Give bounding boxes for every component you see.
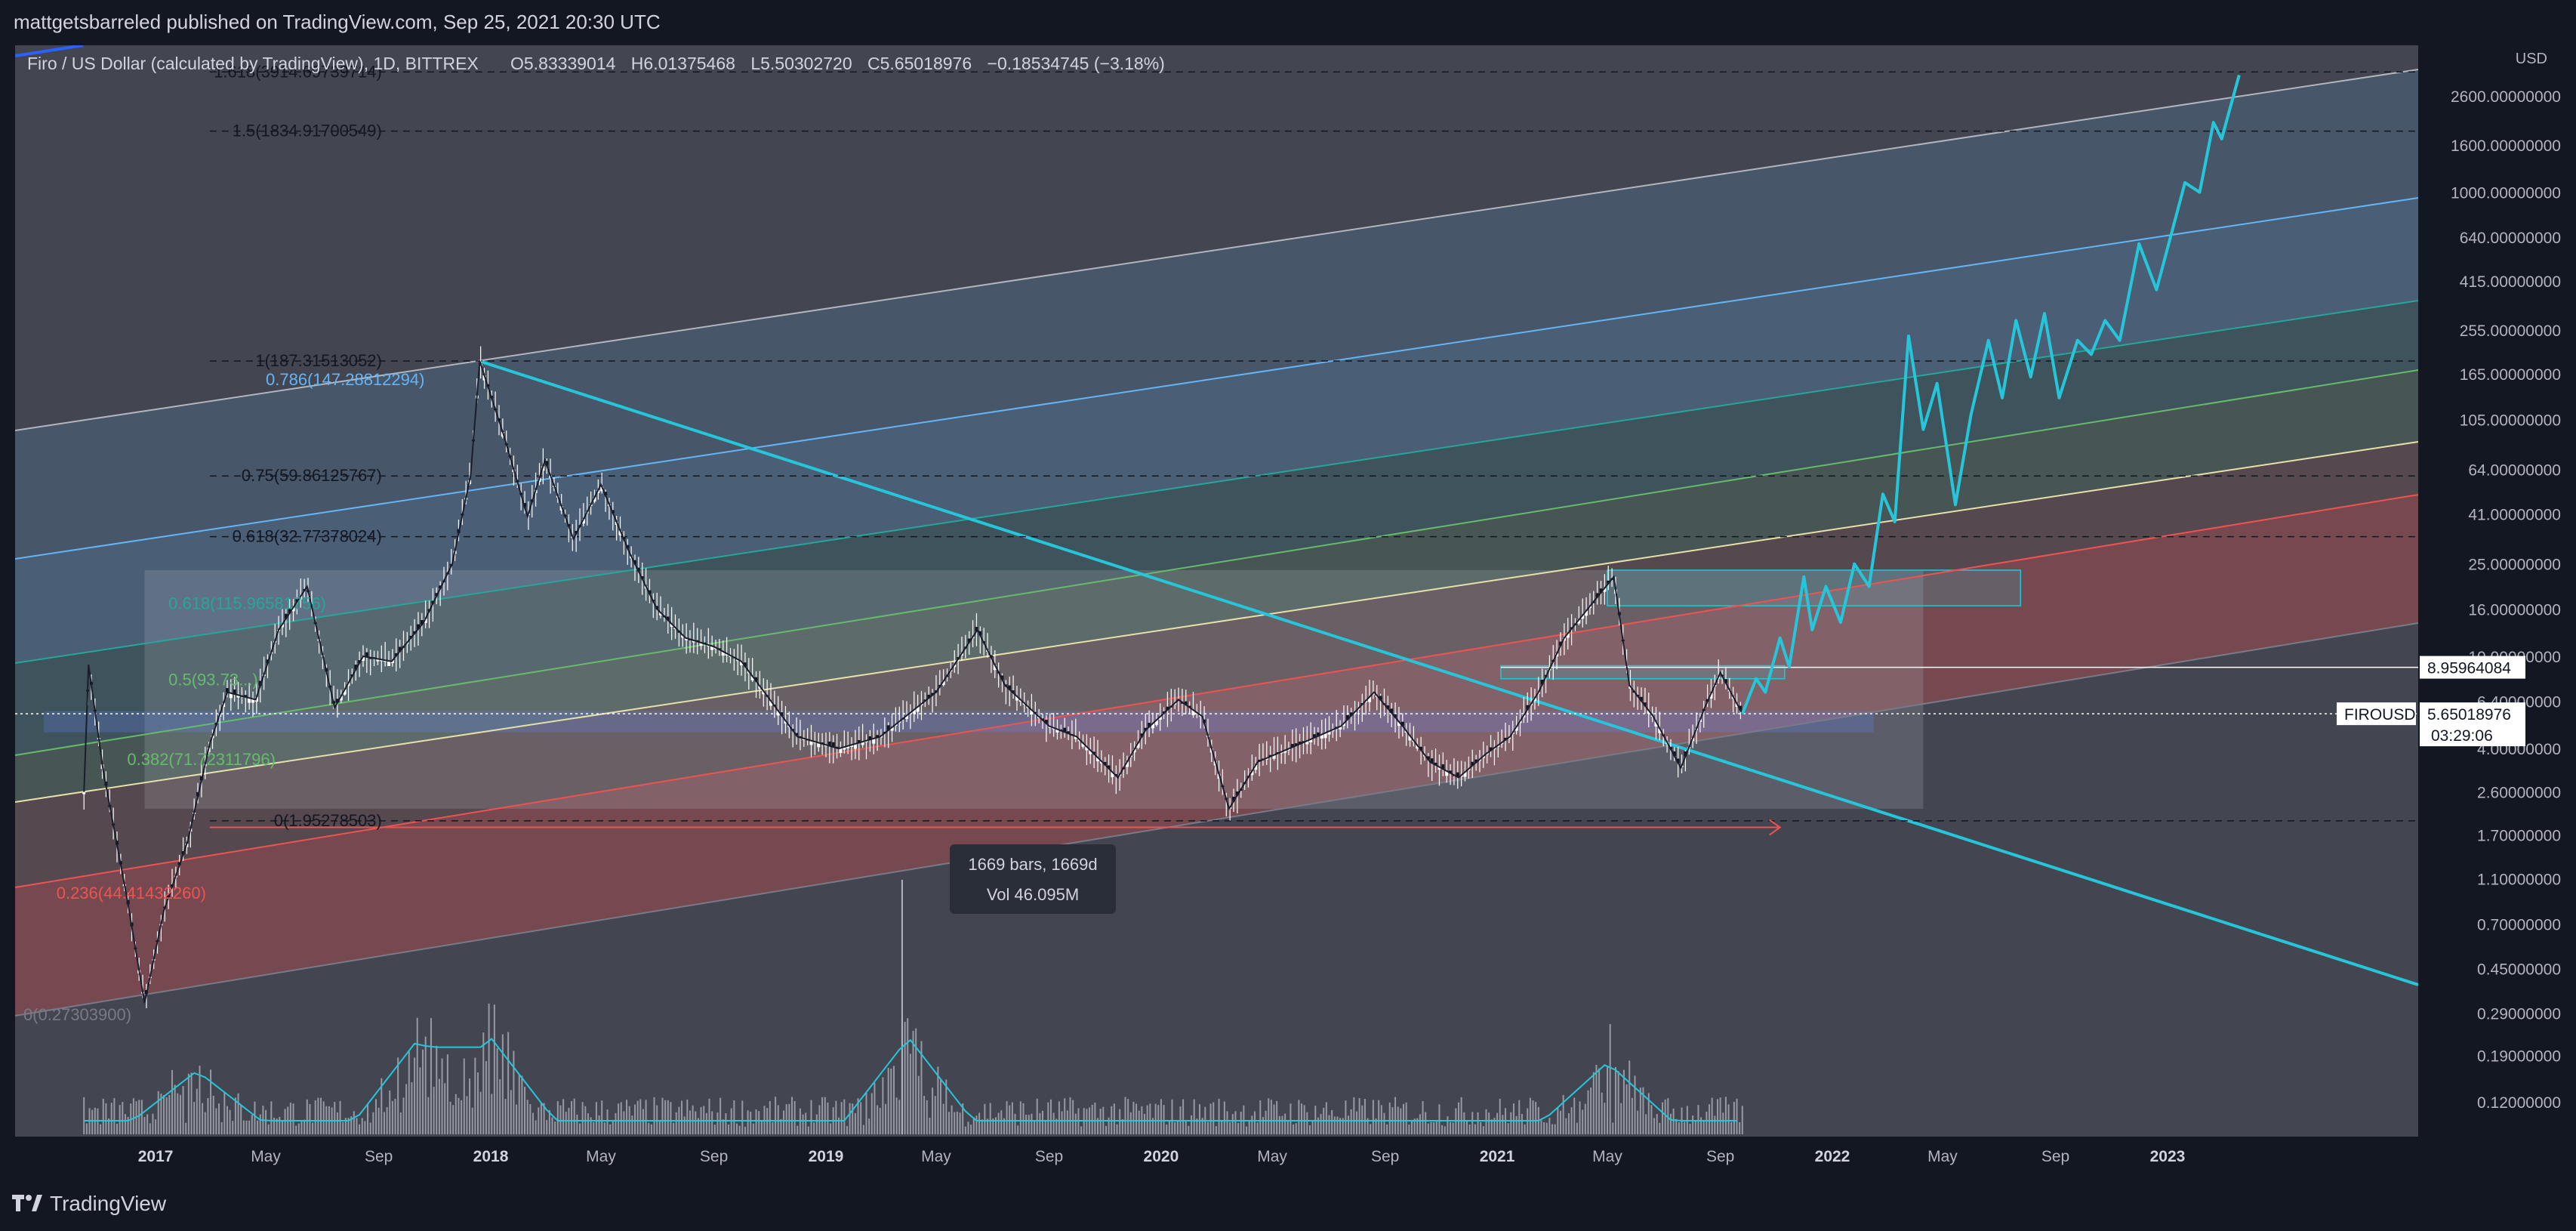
y-tick-label: 0.19000000 (2477, 1048, 2561, 1066)
y-tick-label: 2600.00000000 (2451, 88, 2561, 106)
candle-body (82, 791, 86, 794)
channel-label: 0.618(115.96581756) (168, 594, 326, 612)
y-tick-label: 41.00000000 (2468, 507, 2561, 524)
x-tick-label: Sep (1371, 1148, 1399, 1165)
x-tick-label: 2020 (1144, 1148, 1179, 1165)
measure-tooltip-bars: 1669 bars, 1669d (968, 855, 1097, 874)
y-tick-label: 640.00000000 (2460, 230, 2561, 247)
x-tick-label: 2022 (1815, 1148, 1850, 1165)
channel-label: 0.236(44.41432260) (57, 884, 206, 902)
y-tick-label: 1.70000000 (2477, 827, 2561, 844)
current-price-value: 5.65018976 (2427, 706, 2511, 723)
x-tick-label: Sep (1706, 1148, 1734, 1165)
measure-tooltip: 1669 bars, 1669d Vol 46.095M (950, 844, 1116, 914)
legend-open: O5.83339014 (510, 54, 616, 73)
legend-high: H6.01375468 (631, 54, 735, 73)
legend-low: L5.50302720 (750, 54, 852, 73)
tradingview-logo-icon (12, 1195, 42, 1211)
y-tick-label: 64.00000000 (2468, 461, 2561, 479)
fib-level-label: 0.618(32.77378024) (233, 527, 382, 546)
channel-label: 0.382(71.72311796) (127, 750, 276, 769)
x-tick-label: Sep (2041, 1148, 2069, 1165)
y-tick-label: 2.60000000 (2477, 785, 2561, 802)
y-tick-label: 1600.00000000 (2451, 137, 2561, 155)
price-chart[interactable]: 1.618(3914.69739714)1.5(1834.91700549)1(… (0, 0, 2576, 1231)
y-tick-label: 0.45000000 (2477, 961, 2561, 979)
channel-label: 0.5(93.73...) (168, 670, 258, 689)
x-tick-label: 2019 (809, 1148, 844, 1165)
y-tick-label: 105.00000000 (2460, 412, 2561, 429)
x-tick-label: May (586, 1148, 616, 1165)
y-tick-label: 0.29000000 (2477, 1005, 2561, 1023)
tradingview-brand: TradingView (50, 1192, 167, 1215)
x-tick-label: Sep (700, 1148, 728, 1165)
x-tick-label: May (921, 1148, 951, 1165)
legend-ohlc: O5.83339014 H6.01375468 L5.50302720 C5.6… (510, 54, 1165, 73)
footer-bar: TradingView (0, 1178, 2576, 1231)
y-tick-label: 16.00000000 (2468, 601, 2561, 619)
x-tick-label: May (251, 1148, 281, 1165)
y-tick-label: 415.00000000 (2460, 273, 2561, 291)
x-tick-label: May (1592, 1148, 1622, 1165)
x-tick-label: 2018 (473, 1148, 509, 1165)
y-tick-label: 0.70000000 (2477, 917, 2561, 934)
x-tick-label: May (1257, 1148, 1287, 1165)
measure-tooltip-volume: Vol 46.095M (987, 885, 1079, 904)
x-tick-label: 2017 (138, 1148, 174, 1165)
channel-label: 0(0.27303900) (23, 1005, 131, 1024)
fib-level-label: 1(187.31513052) (255, 351, 382, 370)
x-tick-label: Sep (1035, 1148, 1063, 1165)
x-tick-label: 2023 (2150, 1148, 2186, 1165)
y-tick-label: 1000.00000000 (2451, 185, 2561, 202)
y-tick-label: 1.10000000 (2477, 871, 2561, 888)
symbol-label: FIROUSD (2344, 706, 2416, 723)
x-tick-label: Sep (365, 1148, 393, 1165)
y-tick-label: 0.12000000 (2477, 1094, 2561, 1112)
bar-countdown: 03:29:06 (2431, 727, 2493, 745)
y-tick-label: 255.00000000 (2460, 322, 2561, 340)
chart-legend-symbol: Firo / US Dollar (calculated by TradingV… (27, 54, 479, 73)
channel-label: 0.786(147.28812294) (266, 370, 424, 389)
price-label-value: 8.95964084 (2427, 660, 2511, 677)
y-axis-unit: USD (2516, 51, 2547, 67)
fib-level-label: 0(1.95278503) (274, 811, 382, 830)
fib-level-label: 0.75(59.86125767) (242, 466, 382, 485)
range-box[interactable] (1607, 569, 2022, 606)
y-tick-label: 25.00000000 (2468, 557, 2561, 574)
x-tick-label: May (1927, 1148, 1958, 1165)
tradingview-logo[interactable]: TradingView (12, 1192, 166, 1216)
legend-change: −0.18534745 (−3.18%) (988, 54, 1165, 73)
fib-level-label: 1.5(1834.91700549) (233, 122, 382, 140)
x-tick-label: 2021 (1480, 1148, 1515, 1165)
legend-close: C5.65018976 (867, 54, 972, 73)
y-tick-label: 165.00000000 (2460, 366, 2561, 384)
